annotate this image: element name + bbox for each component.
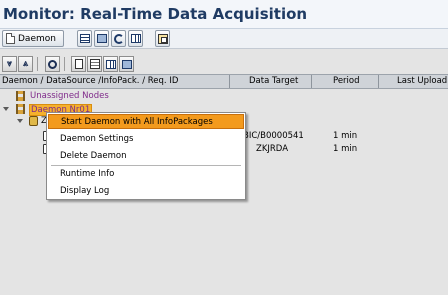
daemon-button[interactable]: Daemon	[2, 30, 64, 47]
document-icon	[6, 33, 15, 44]
find-button[interactable]	[45, 56, 60, 72]
window-icon	[96, 34, 107, 43]
list-icon	[79, 34, 90, 43]
menu-item-daemon-settings[interactable]: Daemon Settings	[48, 132, 244, 147]
columns-icon	[105, 59, 116, 69]
toolbar-separator	[37, 57, 38, 71]
settings-button[interactable]	[119, 56, 134, 72]
context-menu: Start Daemon with All InfoPackages Daemo…	[46, 112, 246, 200]
tree-toolbar: ⩔ ⩓	[0, 55, 448, 74]
column-period[interactable]: Period	[333, 75, 373, 88]
daemon-button-label: Daemon	[18, 33, 56, 44]
table-view-button[interactable]	[128, 30, 143, 47]
expand-icon: ⩔	[6, 59, 13, 69]
toolbar-separator	[64, 57, 65, 71]
column-header: Daemon / DataSource /InfoPack. / Req. ID…	[0, 74, 448, 89]
column-last-upload[interactable]: Last Upload	[397, 75, 448, 88]
list-view-button[interactable]	[77, 30, 92, 47]
expand-triangle-icon[interactable]	[3, 107, 9, 111]
page-icon	[74, 59, 83, 69]
data-target-cell: BIC/B0000541	[243, 131, 304, 141]
menu-item-delete-daemon[interactable]: Delete Daemon	[48, 149, 244, 164]
menu-item-start-daemon[interactable]: Start Daemon with All InfoPackages	[48, 114, 244, 129]
expand-all-button[interactable]: ⩔	[2, 56, 17, 72]
period-cell: 1 min	[333, 144, 358, 154]
title-bar: Monitor: Real-Time Data Acquisition	[0, 0, 448, 29]
refresh-icon	[113, 33, 124, 44]
collapse-all-button[interactable]: ⩓	[18, 56, 33, 72]
column-separator	[229, 75, 230, 88]
layout-button[interactable]	[87, 56, 102, 72]
export-icon	[157, 33, 168, 44]
menu-separator	[51, 165, 241, 166]
columns-button[interactable]	[103, 56, 118, 72]
collapse-icon: ⩓	[22, 59, 29, 69]
datasource-icon	[29, 116, 38, 126]
tree-node-label: Unassigned Nodes	[30, 91, 109, 101]
table-icon	[130, 34, 141, 43]
daemon-icon	[16, 91, 25, 101]
daemon-icon	[16, 104, 25, 114]
display-button[interactable]	[94, 30, 109, 47]
period-cell: 1 min	[333, 131, 358, 141]
column-separator	[311, 75, 312, 88]
column-separator	[378, 75, 379, 88]
column-data-target[interactable]: Data Target	[249, 75, 311, 88]
window-title: Monitor: Real-Time Data Acquisition	[3, 5, 308, 23]
export-button[interactable]	[155, 30, 170, 47]
expand-triangle-icon[interactable]	[17, 119, 23, 123]
binoculars-icon	[48, 59, 57, 69]
column-daemon[interactable]: Daemon / DataSource /InfoPack. / Req. ID	[2, 75, 228, 88]
tree-node-unassigned[interactable]: Unassigned Nodes	[0, 90, 448, 102]
data-target-cell: ZKJRDA	[256, 144, 289, 154]
refresh-button[interactable]	[111, 30, 126, 47]
menu-item-runtime-info[interactable]: Runtime Info	[48, 167, 244, 182]
application-toolbar: Daemon	[0, 29, 448, 49]
layout-icon	[89, 59, 100, 69]
menu-item-display-log[interactable]: Display Log	[48, 184, 244, 199]
settings-icon	[121, 59, 132, 69]
print-button[interactable]	[71, 56, 86, 72]
